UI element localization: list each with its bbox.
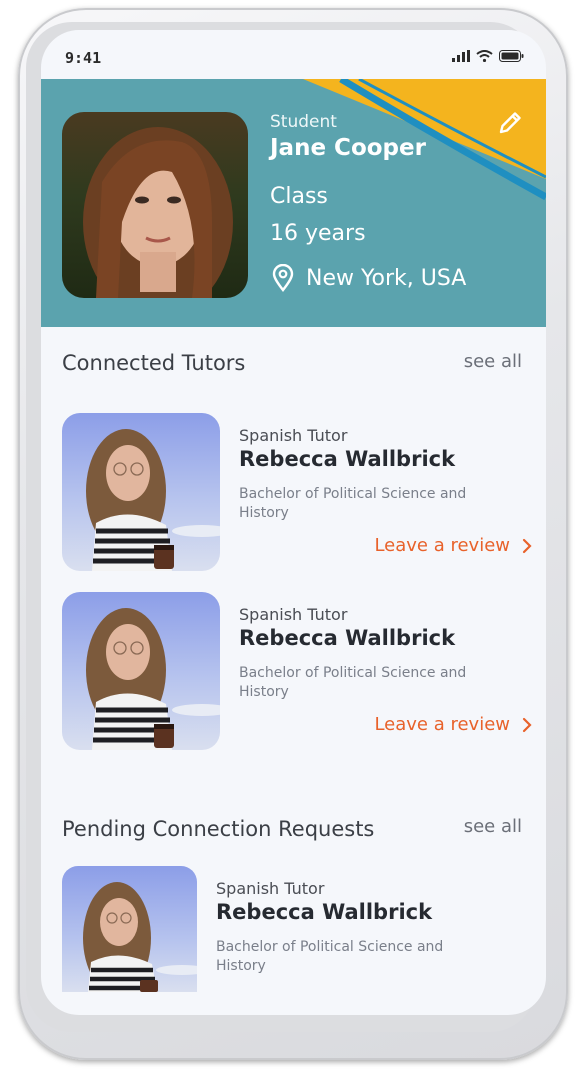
profile-age: 16 years <box>270 221 366 246</box>
tutor-photo <box>62 413 220 571</box>
chevron-right-icon <box>522 717 532 732</box>
signal-icon <box>452 50 470 62</box>
tutor-name: Rebecca Wallbrick <box>216 900 433 924</box>
tutor-subject: Spanish Tutor <box>239 426 348 445</box>
profile-class: Class <box>270 184 328 209</box>
leave-review-label: Leave a review <box>374 714 510 735</box>
tutor-subject: Spanish Tutor <box>239 605 348 624</box>
status-icons <box>452 50 524 62</box>
tutor-name: Rebecca Wallbrick <box>239 626 456 650</box>
profile-name: Jane Cooper <box>270 135 426 161</box>
location-text: New York, USA <box>306 265 467 291</box>
tutor-photo <box>62 592 220 750</box>
app-screen: 9:41 Student Jane Cooper Class 16 years … <box>41 30 546 1015</box>
tutor-degree: Bachelor of Political Science and Histor… <box>216 939 444 974</box>
leave-review-button[interactable]: Leave a review <box>374 714 532 735</box>
tutor-degree: Bachelor of Political Science and Histor… <box>239 665 467 700</box>
profile-avatar[interactable] <box>62 112 248 298</box>
tutor-name: Rebecca Wallbrick <box>239 447 456 471</box>
tutor-card[interactable]: Spanish Tutor Rebecca Wallbrick Bachelor… <box>62 413 532 573</box>
tutor-degree: Bachelor of Political Science and Histor… <box>239 486 467 521</box>
tutor-subject: Spanish Tutor <box>216 879 325 898</box>
edit-icon[interactable] <box>496 109 524 137</box>
battery-icon <box>499 50 524 62</box>
location-pin-icon <box>272 264 294 292</box>
leave-review-label: Leave a review <box>374 535 510 556</box>
pending-requests-title: Pending Connection Requests <box>62 817 375 841</box>
connected-see-all-link[interactable]: see all <box>464 351 522 372</box>
profile-role: Student <box>270 112 337 132</box>
status-time: 9:41 <box>65 49 102 67</box>
connected-tutors-title: Connected Tutors <box>62 351 246 375</box>
chevron-right-icon <box>522 538 532 553</box>
tutor-photo <box>62 866 197 992</box>
status-bar: 9:41 <box>41 30 546 78</box>
pending-see-all-link[interactable]: see all <box>464 816 522 837</box>
tutor-card[interactable]: Spanish Tutor Rebecca Wallbrick Bachelor… <box>62 592 532 752</box>
profile-header: Student Jane Cooper Class 16 years New Y… <box>41 79 546 327</box>
pending-request-card[interactable]: Spanish Tutor Rebecca Wallbrick Bachelor… <box>62 866 532 1015</box>
wifi-icon <box>476 50 493 62</box>
leave-review-button[interactable]: Leave a review <box>374 535 532 556</box>
profile-location: New York, USA <box>272 264 466 292</box>
